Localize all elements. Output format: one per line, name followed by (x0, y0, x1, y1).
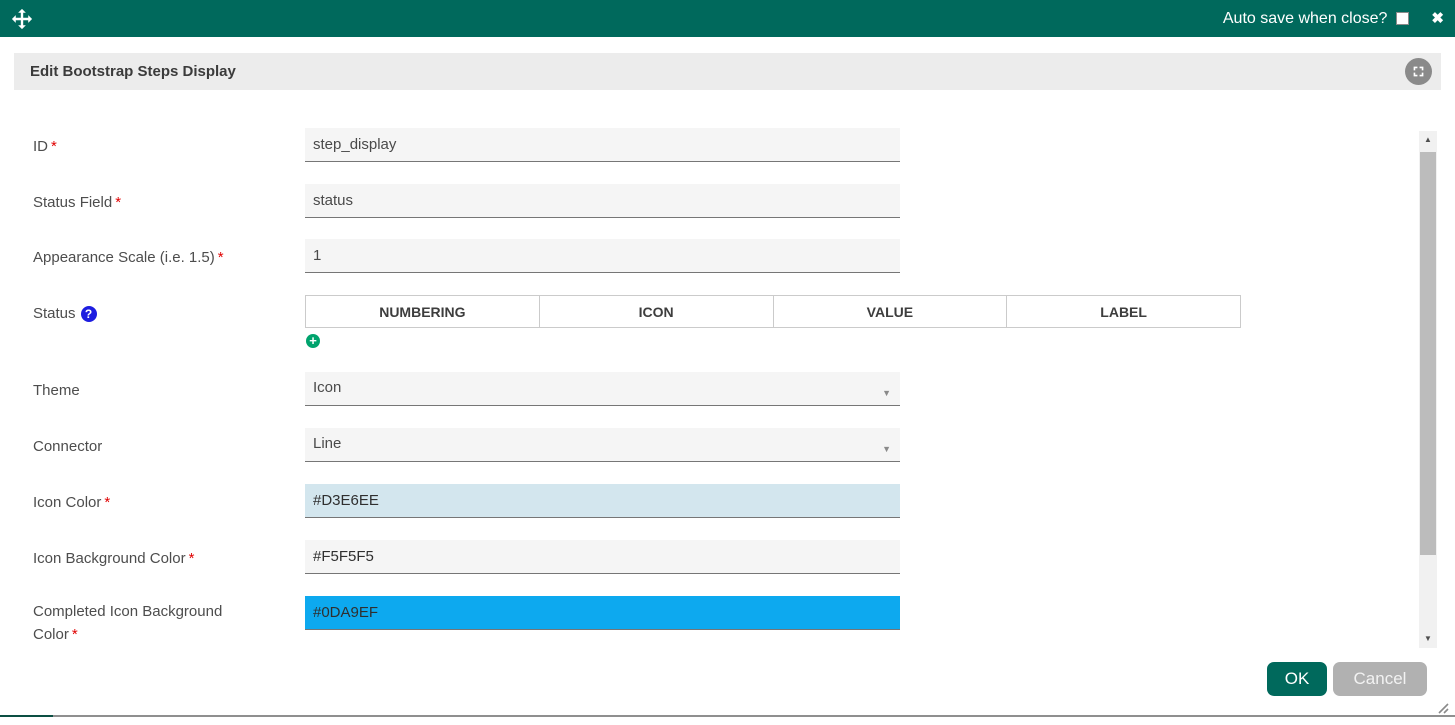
edit-dialog: Auto save when close? ✖ Edit Bootstrap S… (0, 0, 1455, 725)
autosave-checkbox[interactable] (1396, 12, 1410, 25)
completed-icon-background-color-input[interactable] (305, 596, 900, 630)
status-column-icon: ICON (539, 295, 774, 328)
required-marker: * (104, 494, 111, 511)
status-column-label: LABEL (1007, 295, 1241, 328)
close-icon[interactable]: ✖ (1431, 11, 1444, 26)
required-marker: * (217, 249, 224, 266)
status-column-value: VALUE (773, 295, 1008, 328)
cancel-button[interactable]: Cancel (1333, 662, 1427, 696)
theme-selected-value: Icon (313, 379, 342, 396)
scroll-down-icon[interactable]: ▼ (1419, 630, 1437, 648)
icon-color-input[interactable] (305, 484, 900, 518)
required-marker: * (115, 194, 122, 211)
resize-grip-icon[interactable] (1435, 700, 1449, 719)
dialog-bottom-border (0, 715, 1455, 717)
connector-label: Connector (33, 438, 103, 455)
scroll-up-icon[interactable]: ▲ (1419, 131, 1437, 149)
icon-background-color-input[interactable] (305, 540, 900, 574)
icon-background-color-label: Icon Background Color * (33, 550, 195, 567)
status-table: NUMBERING ICON VALUE LABEL (305, 295, 1241, 328)
page-title: Edit Bootstrap Steps Display (30, 63, 236, 80)
theme-label: Theme (33, 382, 80, 399)
dialog-titlebar: Auto save when close? ✖ (0, 0, 1455, 37)
chevron-down-icon: ▼ (882, 388, 891, 398)
scrollbar-thumb[interactable] (1420, 152, 1436, 555)
status-field-input[interactable] (305, 184, 900, 218)
autosave-label: Auto save when close? (1222, 9, 1388, 27)
connector-select[interactable]: Line ▼ (305, 428, 900, 462)
theme-select[interactable]: Icon ▼ (305, 372, 900, 406)
move-icon[interactable] (11, 6, 37, 32)
status-column-numbering: NUMBERING (305, 295, 540, 328)
appearance-scale-label: Appearance Scale (i.e. 1.5) * (33, 249, 224, 266)
required-marker: * (188, 550, 195, 567)
help-icon[interactable]: ? (80, 306, 97, 322)
status-field-label: Status Field * (33, 194, 122, 211)
dialog-bottom-border-accent (0, 715, 53, 717)
connector-selected-value: Line (313, 435, 342, 452)
vertical-scrollbar[interactable]: ▲ ▼ (1419, 131, 1437, 648)
chevron-down-icon: ▼ (882, 444, 891, 454)
id-input[interactable] (305, 128, 900, 162)
id-label: ID * (33, 138, 57, 155)
required-marker: * (71, 626, 78, 644)
required-marker: * (51, 138, 57, 155)
status-label: Status? (33, 302, 278, 325)
add-status-row-icon[interactable]: + (306, 334, 320, 348)
expand-icon[interactable] (1405, 58, 1432, 85)
icon-color-label: Icon Color * (33, 494, 111, 511)
ok-button[interactable]: OK (1267, 662, 1327, 696)
appearance-scale-input[interactable] (305, 239, 900, 273)
dialog-header: Edit Bootstrap Steps Display (14, 53, 1441, 90)
completed-icon-background-color-label: Completed Icon Background Color * (33, 603, 223, 644)
